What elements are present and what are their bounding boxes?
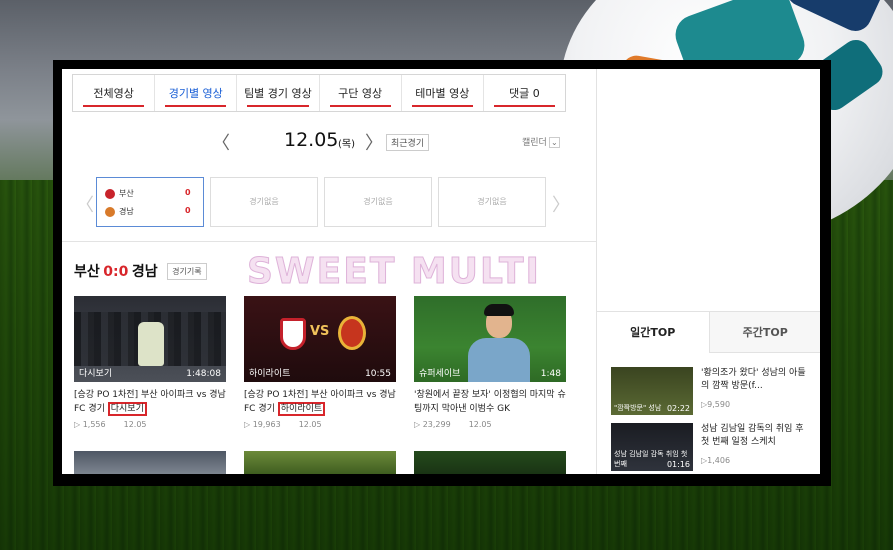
gyeongnam-logo-icon: [105, 206, 115, 217]
match-record-button[interactable]: 경기기록: [167, 263, 207, 280]
busan-logo-icon: [105, 188, 115, 199]
busan-emblem-icon: [280, 318, 306, 350]
carousel-prev-chevron-icon[interactable]: 〈: [76, 191, 94, 217]
versus-text: VS: [310, 324, 330, 339]
video-thumbnail[interactable]: 슈퍼세이브 1:48: [414, 296, 566, 382]
main-content: 전체영상 경기별 영상 팀별 경기 영상 구단 영상 테마별 영상 댓글 0 〈…: [62, 69, 596, 474]
game-card-empty: 경기없음: [324, 177, 432, 227]
video-thumbnail-partial[interactable]: [414, 451, 566, 474]
game-card-empty: 경기없음: [438, 177, 546, 227]
game-card-empty: 경기없음: [210, 177, 318, 227]
video-title[interactable]: [승강 PO 1차전] 부산 아이파크 vs 경남FC 경기 다시보기: [74, 388, 226, 416]
video-duration: 1:48:08: [186, 369, 221, 379]
video-title[interactable]: [승강 PO 1차전] 부산 아이파크 vs 경남FC 경기 하이라이트: [244, 388, 396, 416]
top-video-thumbnail[interactable]: "깜짝방문" 성남 02:22: [611, 367, 693, 415]
top-video-thumbnail[interactable]: 성남 김남일 감독 취임 첫 번째 01:16: [611, 423, 693, 471]
video-meta: ▷ 23,299 12.05: [414, 420, 566, 429]
gyeongnam-emblem-icon: [338, 316, 366, 350]
date-navigator: 〈 12.05 (목) 〉 최근경기 캘린더 ⌄: [62, 125, 596, 155]
video-thumbnail[interactable]: VS 하이라이트 10:55: [244, 296, 396, 382]
video-thumbnail-partial[interactable]: [244, 451, 396, 474]
view-count: ▷9,590: [701, 400, 731, 409]
view-count: ▷ 19,963: [244, 420, 281, 429]
video-meta: ▷ 1,556 12.05: [74, 420, 226, 429]
screenshot-frame: 전체영상 경기별 영상 팀별 경기 영상 구단 영상 테마별 영상 댓글 0 〈…: [53, 60, 831, 486]
tab-match-videos[interactable]: 경기별 영상: [155, 75, 238, 111]
video-card-highlight[interactable]: VS 하이라이트 10:55 [승강 PO 1차전] 부산 아이파크 vs 경남…: [244, 296, 396, 429]
tab-theme-videos[interactable]: 테마별 영상: [402, 75, 484, 111]
video-date: 12.05: [298, 420, 322, 429]
match-away-team: 경남: [131, 264, 158, 280]
view-count: ▷ 23,299: [414, 420, 451, 429]
current-date: 12.05: [284, 129, 339, 151]
day-of-week: (목): [338, 139, 356, 150]
video-date: 12.05: [123, 420, 147, 429]
tab-team-match-videos[interactable]: 팀별 경기 영상: [237, 75, 320, 111]
video-date: 12.05: [468, 420, 492, 429]
recent-match-button[interactable]: 최근경기: [386, 134, 430, 151]
highlighted-keyword: 하이라이트: [277, 402, 326, 416]
video-card-super-save[interactable]: 슈퍼세이브 1:48 '창원에서 끝장 보자' 이정협의 마지막 슈팅까지 막아…: [414, 296, 566, 429]
divider: [62, 241, 596, 242]
match-home-team: 부산: [74, 264, 100, 280]
video-page-panel: 전체영상 경기별 영상 팀별 경기 영상 구단 영상 테마별 영상 댓글 0 〈…: [62, 69, 820, 474]
video-title[interactable]: '창원에서 끝장 보자' 이정협의 마지막 슈팅까지 막아낸 이범수 GK: [414, 388, 566, 416]
tab-all-videos[interactable]: 전체영상: [73, 75, 156, 111]
view-count: ▷ 1,556: [74, 420, 106, 429]
video-duration: 10:55: [365, 369, 391, 379]
video-thumbnail[interactable]: 다시보기 1:48:08: [74, 296, 226, 382]
top-videos-sidebar: 일간TOP 주간TOP "깜짝방문" 성남 02:22 '황의조가 왔다' 성남…: [596, 69, 820, 474]
top-video-title[interactable]: 성남 김남일 감독의 취임 후 첫 번째 일정 스케치: [701, 423, 813, 449]
video-type-label: 슈퍼세이브: [419, 369, 461, 379]
game-card-busan-gyeongnam[interactable]: 부산 0 경남 0: [96, 177, 204, 227]
view-count: ▷1,406: [701, 456, 731, 465]
video-meta: ▷ 19,963 12.05: [244, 420, 396, 429]
video-type-label: 하이라이트: [249, 369, 291, 379]
video-duration: 1:48: [540, 369, 561, 379]
top-tabs: 일간TOP 주간TOP: [597, 311, 820, 353]
top-video-item[interactable]: 성남 김남일 감독 취임 첫 번째 01:16 성남 김남일 감독의 취임 후 …: [611, 423, 820, 471]
video-thumbnail-partial[interactable]: [74, 451, 226, 474]
match-score: 0:0: [103, 264, 129, 280]
prev-date-chevron-icon[interactable]: 〈: [212, 129, 230, 155]
carousel-next-chevron-icon[interactable]: 〉: [552, 191, 570, 217]
top-video-item[interactable]: "깜짝방문" 성남 02:22 '황의조가 왔다' 성남의 아들의 깜짝 방문(…: [611, 367, 820, 415]
game-carousel: 〈 부산 0 경남 0 경기없음 경기없음 경기없음 〉: [72, 177, 572, 227]
tab-weekly-top[interactable]: 주간TOP: [708, 312, 820, 353]
video-type-label: 다시보기: [79, 369, 113, 379]
chevron-down-icon: ⌄: [548, 137, 560, 148]
calendar-dropdown[interactable]: 캘린더 ⌄: [522, 135, 560, 148]
tab-comments[interactable]: 댓글 0: [484, 75, 565, 111]
video-card-replay[interactable]: 다시보기 1:48:08 [승강 PO 1차전] 부산 아이파크 vs 경남FC…: [74, 296, 226, 429]
video-tabs: 전체영상 경기별 영상 팀별 경기 영상 구단 영상 테마별 영상 댓글 0: [72, 74, 566, 112]
highlighted-keyword: 다시보기: [107, 402, 147, 416]
next-date-chevron-icon[interactable]: 〉: [365, 129, 383, 155]
top-video-title[interactable]: '황의조가 왔다' 성남의 아들의 깜짝 방문(f...: [701, 367, 813, 393]
match-header: 부산 0:0 경남 경기기록: [74, 261, 207, 281]
tab-daily-top[interactable]: 일간TOP: [597, 312, 709, 353]
tab-club-videos[interactable]: 구단 영상: [320, 75, 402, 111]
